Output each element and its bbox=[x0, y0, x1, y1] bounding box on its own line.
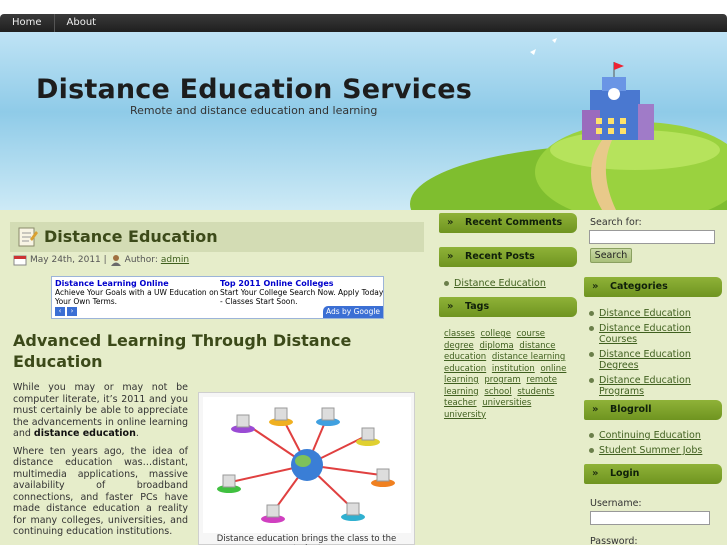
double-chevron-icon: » bbox=[447, 251, 454, 262]
figure-caption: Distance education brings the class to t… bbox=[216, 534, 397, 545]
search-input[interactable] bbox=[589, 230, 715, 244]
double-chevron-icon: » bbox=[592, 281, 599, 292]
ad-unit: Distance Learning Online Achieve Your Go… bbox=[51, 276, 384, 319]
document-icon bbox=[18, 227, 38, 247]
list-item[interactable]: Distance Education Courses bbox=[589, 323, 719, 345]
search-button[interactable]: Search bbox=[590, 248, 632, 263]
section-heading: Advanced Learning Through Distance Educa… bbox=[13, 331, 352, 371]
categories-header: » Categories bbox=[584, 277, 722, 297]
post-meta: May 24th, 2011 | Author: admin bbox=[13, 254, 189, 266]
ad-item[interactable]: Distance Learning Online Achieve Your Go… bbox=[55, 279, 220, 306]
list-item[interactable]: Student Summer Jobs bbox=[589, 445, 719, 456]
calendar-icon bbox=[13, 255, 27, 266]
tag-link[interactable]: universities bbox=[482, 398, 531, 408]
tag-link[interactable]: university bbox=[444, 410, 486, 420]
tag-link[interactable]: students bbox=[517, 387, 554, 397]
ad-title[interactable]: Top 2011 Online Colleges bbox=[220, 279, 385, 288]
tag-link[interactable]: degree bbox=[444, 341, 474, 351]
school-hill-illustration bbox=[410, 38, 727, 210]
ad-prev-arrow-icon[interactable]: ‹ bbox=[55, 307, 65, 316]
tag-link[interactable]: distance learning bbox=[492, 352, 565, 362]
post-body: While you may or may not be computer lit… bbox=[13, 382, 188, 544]
categories-list: Distance Education Distance Education Co… bbox=[589, 308, 719, 401]
tag-link[interactable]: classes bbox=[444, 329, 475, 339]
page-content: Distance Education May 24th, 2011 | Auth… bbox=[0, 210, 727, 545]
blogroll-header: » Blogroll bbox=[584, 400, 722, 420]
post-date: May 24th, 2011 | bbox=[30, 255, 107, 265]
username-input[interactable] bbox=[590, 511, 710, 525]
double-chevron-icon: » bbox=[592, 404, 599, 415]
site-header: Distance Education Services Remote and d… bbox=[0, 32, 727, 210]
author-link[interactable]: admin bbox=[161, 255, 189, 265]
ad-text: Achieve Your Goals with a UW Education o… bbox=[55, 288, 219, 306]
ads-by-google-badge[interactable]: Ads by Google bbox=[323, 306, 383, 318]
list-item[interactable]: Distance Education Programs bbox=[589, 375, 719, 397]
login-header: » Login bbox=[584, 464, 722, 484]
blogroll-list: Continuing Education Student Summer Jobs bbox=[589, 430, 719, 460]
ad-item[interactable]: Top 2011 Online Colleges Start Your Coll… bbox=[220, 279, 385, 306]
post-paragraph: Where ten years ago, the idea of distanc… bbox=[13, 445, 188, 538]
ad-text: Start Your College Search Now. Apply Tod… bbox=[220, 288, 384, 306]
tag-link[interactable]: diploma bbox=[480, 341, 514, 351]
author-label: Author: bbox=[124, 255, 158, 265]
post-title[interactable]: Distance Education bbox=[44, 227, 218, 246]
list-item[interactable]: Continuing Education bbox=[589, 430, 719, 441]
username-label: Username: bbox=[590, 498, 642, 509]
recent-comments-header: » Recent Comments bbox=[439, 213, 577, 233]
top-navigation: Home About bbox=[0, 14, 727, 32]
list-item[interactable]: Distance Education Degrees bbox=[589, 349, 719, 371]
tag-link[interactable]: education bbox=[444, 364, 486, 374]
recent-posts-header: » Recent Posts bbox=[439, 247, 577, 267]
ad-title[interactable]: Distance Learning Online bbox=[55, 279, 220, 288]
ad-next-arrow-icon[interactable]: › bbox=[67, 307, 77, 316]
post-paragraph: While you may or may not be computer lit… bbox=[13, 382, 188, 439]
author-icon bbox=[110, 255, 121, 266]
tag-cloud: classes college course degree diploma di… bbox=[444, 329, 576, 421]
nav-about-link[interactable]: About bbox=[55, 14, 109, 32]
tag-link[interactable]: course bbox=[517, 329, 545, 339]
post-title-bar: Distance Education bbox=[10, 222, 424, 252]
password-label: Password: bbox=[590, 536, 638, 545]
list-item[interactable]: Distance Education bbox=[589, 308, 719, 319]
site-tagline: Remote and distance education and learni… bbox=[130, 104, 378, 117]
tag-link[interactable]: school bbox=[484, 387, 511, 397]
tag-link[interactable]: college bbox=[480, 329, 510, 339]
tags-header: » Tags bbox=[439, 297, 577, 317]
bold-keyword: distance education bbox=[33, 428, 136, 439]
double-chevron-icon: » bbox=[447, 301, 454, 312]
network-illustration bbox=[203, 397, 411, 533]
double-chevron-icon: » bbox=[447, 217, 454, 228]
list-item[interactable]: Distance Education bbox=[444, 278, 576, 289]
tag-link[interactable]: institution bbox=[492, 364, 535, 374]
double-chevron-icon: » bbox=[592, 468, 599, 479]
nav-home-link[interactable]: Home bbox=[0, 14, 55, 32]
recent-posts-list: Distance Education bbox=[444, 278, 576, 293]
tag-link[interactable]: teacher bbox=[444, 398, 477, 408]
search-label: Search for: bbox=[590, 217, 642, 228]
post-figure: Distance education brings the class to t… bbox=[198, 392, 415, 545]
tag-link[interactable]: program bbox=[484, 375, 520, 385]
